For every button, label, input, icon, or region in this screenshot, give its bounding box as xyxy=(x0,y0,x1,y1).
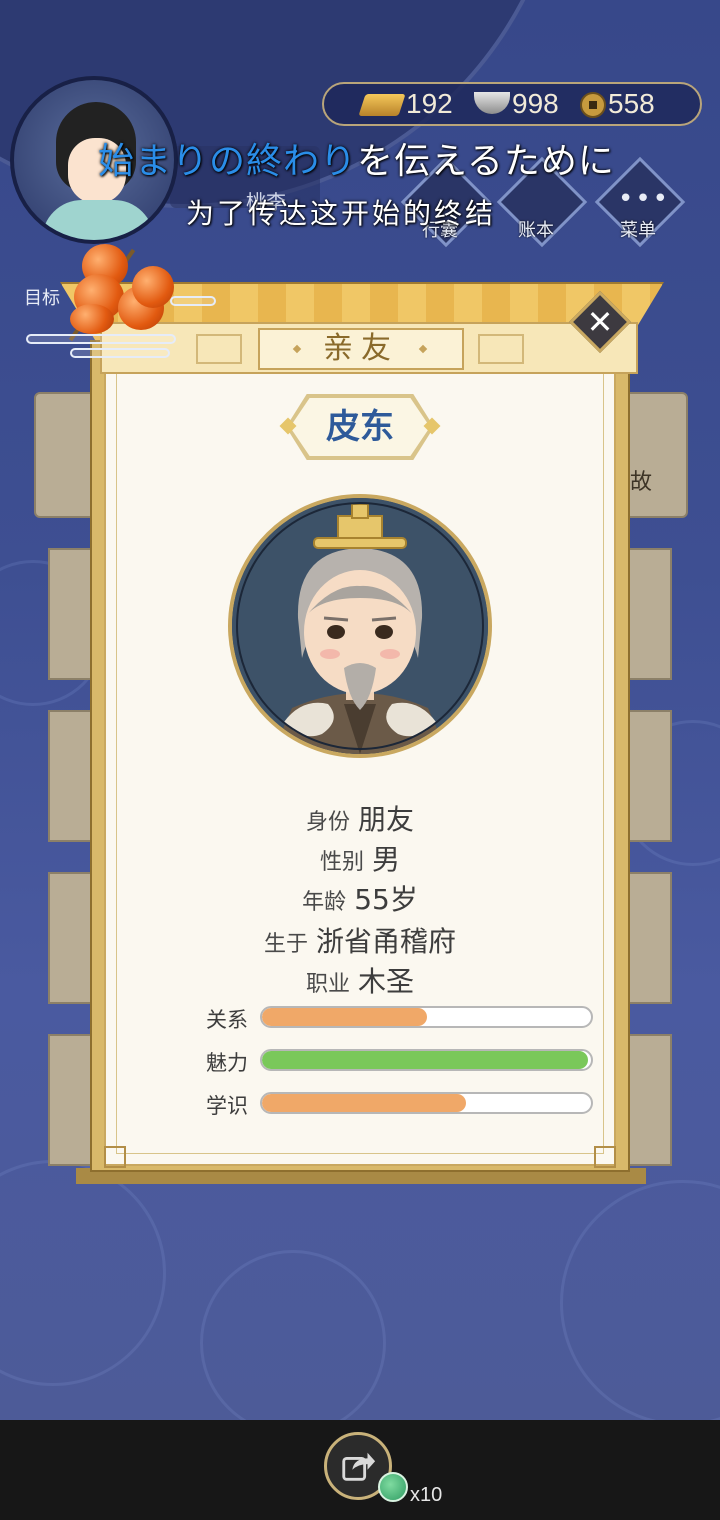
title-side-panel xyxy=(478,334,524,364)
frog-token-icon xyxy=(378,1472,408,1502)
info-key: 性别 xyxy=(319,850,364,875)
title-side-panel xyxy=(196,334,242,364)
close-icon[interactable]: ✕ xyxy=(578,300,622,344)
stat-label-knowledge: 学识 xyxy=(206,1094,248,1118)
menu-label: 菜单 xyxy=(620,220,656,241)
dialog-title: 亲友 xyxy=(323,331,399,366)
stat-bar-charm xyxy=(260,1049,593,1071)
ledger-label: 账本 xyxy=(518,220,554,241)
corner-ornament xyxy=(594,1146,616,1168)
cloud-line-decoration xyxy=(70,348,170,358)
tanghulu-fruit xyxy=(132,266,174,308)
info-value: 浙省甬稽府 xyxy=(316,925,457,958)
info-value: 男 xyxy=(372,843,401,876)
info-birthplace: 生于 浙省甬稽府 xyxy=(0,920,720,960)
stat-bar-knowledge xyxy=(260,1092,593,1114)
cloud-line-decoration xyxy=(26,334,176,344)
token-count: x10 xyxy=(410,1484,443,1506)
subtitle-rest: を伝えるために xyxy=(357,141,615,182)
subtitle-highlight: 始まりの終わり xyxy=(98,141,358,182)
copper-amount: 558 xyxy=(608,88,655,119)
stat-fill xyxy=(262,1094,466,1112)
tanghulu-fruit xyxy=(70,304,114,334)
silver-amount: 998 xyxy=(512,88,559,119)
gold-amount: 192 xyxy=(406,88,453,119)
japanese-subtitle: 始まりの終わりを伝えるために xyxy=(98,132,615,184)
info-key: 职业 xyxy=(305,972,350,997)
person-name: 皮东 xyxy=(326,407,394,447)
info-value: 55岁 xyxy=(354,883,418,916)
share-icon xyxy=(342,1452,376,1481)
corner-ornament xyxy=(104,1146,126,1168)
info-key: 年龄 xyxy=(302,890,347,915)
info-gender: 性别男 xyxy=(0,838,720,878)
stat-fill xyxy=(262,1008,427,1026)
info-age: 年龄 55岁 xyxy=(0,878,720,918)
info-key: 身份 xyxy=(305,810,350,835)
portrait-inner-ring xyxy=(236,502,484,750)
info-identity: 身份 朋友 xyxy=(0,798,720,838)
dialog-inner-border xyxy=(116,372,604,1154)
copper-coin-icon xyxy=(580,92,606,118)
stat-label-charm: 魅力 xyxy=(206,1051,248,1075)
side-text: 故 xyxy=(630,470,653,495)
more-dots-icon: ••• xyxy=(618,184,671,214)
swirl-decoration xyxy=(0,1160,166,1386)
stat-fill xyxy=(262,1051,588,1069)
gold-ingot-icon xyxy=(358,94,406,116)
stat-label-relationship: 关系 xyxy=(206,1008,248,1032)
chinese-subtitle: 为了传达这开始的终结 xyxy=(186,197,497,230)
currency-bar: 192 998 558 xyxy=(322,82,702,126)
swirl-decoration xyxy=(200,1250,386,1420)
stat-bar-relationship xyxy=(260,1006,593,1028)
cloud-line-decoration xyxy=(170,296,216,306)
goal-label[interactable]: 目标 xyxy=(24,284,60,310)
swirl-decoration xyxy=(560,1180,720,1420)
info-value: 朋友 xyxy=(358,803,415,836)
info-value: 木圣 xyxy=(358,965,415,998)
info-occupation: 职业 木圣 xyxy=(0,960,720,1000)
info-key: 生于 xyxy=(263,932,308,957)
avatar-body xyxy=(42,200,154,240)
silver-ingot-icon xyxy=(474,92,510,114)
